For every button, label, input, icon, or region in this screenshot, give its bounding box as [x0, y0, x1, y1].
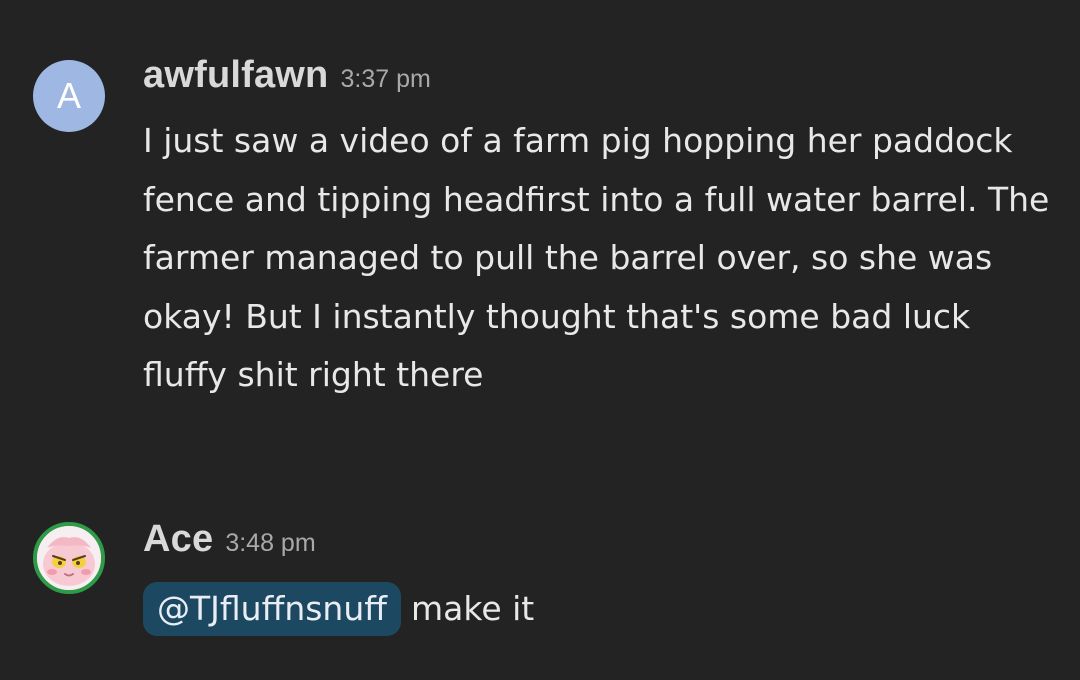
- username[interactable]: awfulfawn: [143, 54, 328, 97]
- message-content: awfulfawn 3:37 pm I just saw a video of …: [143, 54, 1056, 405]
- user-mention[interactable]: @TJfluffnsnuff: [143, 582, 402, 636]
- timestamp: 3:48 pm: [225, 529, 316, 557]
- timestamp: 3:37 pm: [340, 65, 431, 93]
- message-header: awfulfawn 3:37 pm: [143, 54, 1056, 116]
- avatar-letter: A: [56, 75, 81, 116]
- chat-view: A awfulfawn 3:37 pm I just saw a video o…: [0, 0, 1080, 680]
- message-content: Ace 3:48 pm @TJfluffnsnuff make it: [143, 518, 1056, 639]
- avatar[interactable]: [33, 522, 105, 594]
- avatar[interactable]: A: [33, 60, 105, 132]
- message-header: Ace 3:48 pm: [143, 518, 1056, 580]
- message-text: I just saw a video of a farm pig hopping…: [143, 121, 1050, 394]
- message-text-rest: make it: [411, 589, 535, 628]
- pink-creature-avatar-icon: [37, 526, 101, 590]
- message-text: @TJfluffnsnuff make it: [143, 580, 1055, 639]
- username[interactable]: Ace: [143, 518, 213, 561]
